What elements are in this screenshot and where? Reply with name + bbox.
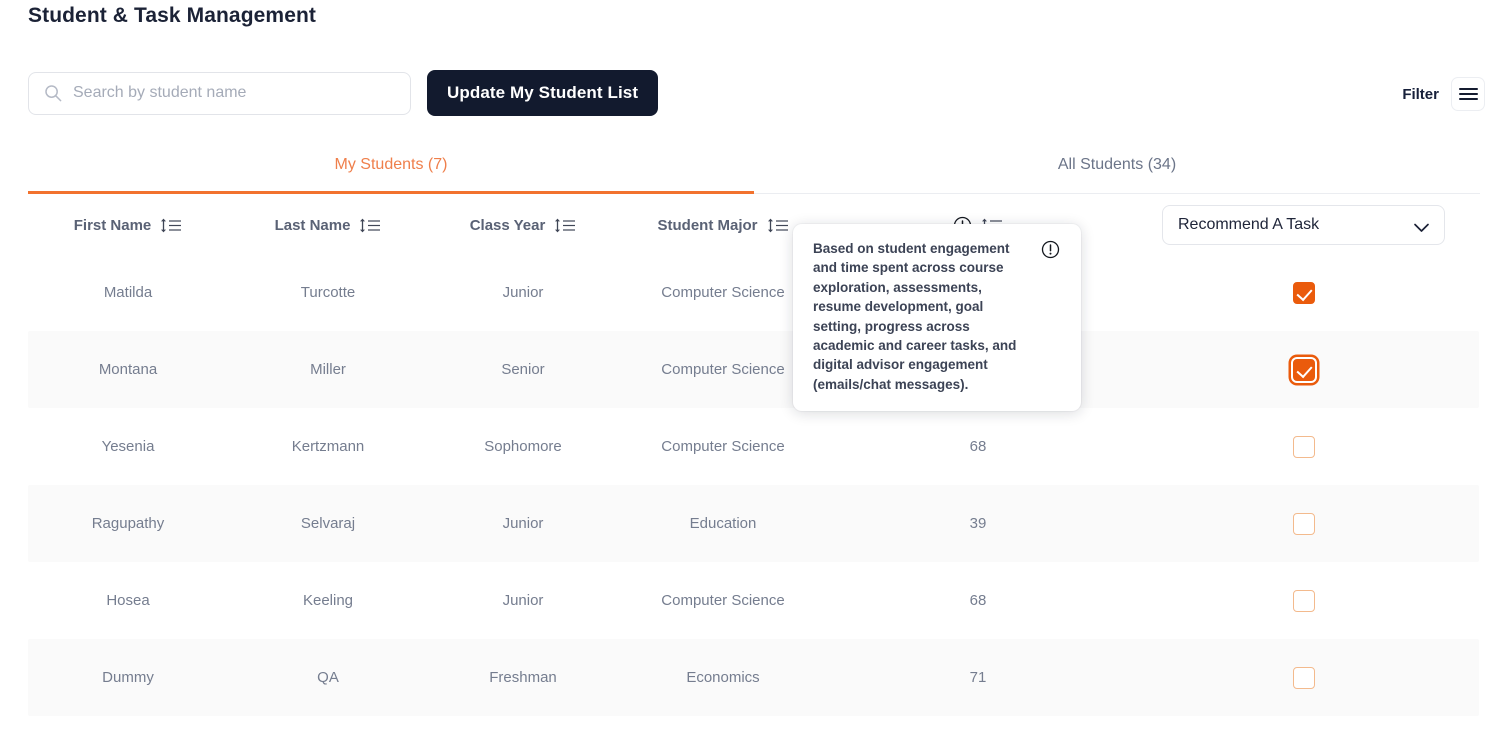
cell-first-name: Hosea	[106, 592, 150, 609]
table-row[interactable]: Hosea Keeling Junior Computer Science 68	[28, 562, 1479, 639]
cell-last-name: Miller	[310, 361, 346, 378]
cell-first-name: Montana	[98, 361, 158, 378]
row-checkbox[interactable]	[1292, 435, 1315, 458]
table-row[interactable]: Matilda Turcotte Junior Computer Science	[28, 254, 1479, 331]
row-checkbox[interactable]	[1292, 281, 1315, 304]
column-header-label: Class Year	[469, 216, 546, 234]
info-circle-icon[interactable]	[1041, 240, 1060, 259]
column-header-last-name[interactable]: Last Name	[228, 217, 428, 234]
cell-class-year: Junior	[502, 592, 544, 609]
table-row[interactable]: Montana Miller Senior Computer Science 6…	[28, 331, 1479, 408]
cell-last-name: Selvaraj	[300, 515, 356, 532]
column-header-label: First Name	[73, 216, 152, 234]
hamburger-icon	[1458, 87, 1478, 101]
tooltip-text: Based on student engagement and time spe…	[813, 241, 1017, 392]
cell-engagement-score: 68	[969, 438, 987, 455]
sort-icon	[767, 218, 789, 233]
tab-my-students[interactable]: My Students (7)	[28, 145, 754, 194]
cell-student-major: Education	[689, 515, 757, 532]
student-task-management-page: Student & Task Management Update My Stud…	[0, 0, 1507, 745]
table-row[interactable]: Dummy QA Freshman Economics 71	[28, 639, 1479, 716]
cell-first-name: Yesenia	[101, 438, 155, 455]
cell-last-name: QA	[317, 669, 339, 686]
column-header-label: Student Major	[657, 216, 758, 234]
search-box[interactable]	[28, 71, 411, 115]
sort-icon	[160, 218, 182, 233]
cell-engagement-score: 71	[969, 669, 987, 686]
page-title: Student & Task Management	[28, 4, 316, 27]
cell-class-year: Junior	[502, 515, 544, 532]
cell-select-checkbox	[1128, 512, 1479, 535]
cell-select-checkbox	[1128, 281, 1479, 304]
cell-select-checkbox	[1128, 435, 1479, 458]
cell-student-major: Economics	[686, 669, 760, 686]
column-header-label: Last Name	[274, 216, 351, 234]
cell-select-checkbox	[1128, 358, 1479, 381]
cell-student-major: Computer Science	[661, 438, 785, 455]
filter-button[interactable]	[1451, 77, 1485, 111]
cell-engagement-score: 68	[969, 592, 987, 609]
column-header-recommend-task: Recommend A Task	[1128, 205, 1479, 245]
cell-first-name: Matilda	[103, 284, 153, 301]
cell-last-name: Kertzmann	[291, 438, 365, 455]
recommend-a-task-value: Recommend A Task	[1178, 216, 1320, 233]
sort-icon	[359, 218, 381, 233]
cell-last-name: Keeling	[302, 592, 354, 609]
cell-select-checkbox	[1128, 666, 1479, 689]
row-checkbox[interactable]	[1292, 666, 1315, 689]
cell-class-year: Senior	[501, 361, 545, 378]
row-checkbox[interactable]	[1292, 358, 1315, 381]
toolbar: Update My Student List	[28, 70, 659, 116]
cell-class-year: Junior	[502, 284, 544, 301]
cell-first-name: Dummy	[102, 669, 154, 686]
table-row[interactable]: Yesenia Kertzmann Sophomore Computer Sci…	[28, 408, 1479, 485]
row-checkbox[interactable]	[1292, 512, 1315, 535]
students-table: First Name Last Name Class Year Student …	[0, 196, 1507, 716]
filter-label: Filter	[1402, 85, 1439, 103]
column-header-first-name[interactable]: First Name	[28, 217, 228, 234]
table-row[interactable]: Ragupathy Selvaraj Junior Education 39	[28, 485, 1479, 562]
tabs: My Students (7) All Students (34)	[28, 145, 1480, 194]
cell-last-name: Turcotte	[300, 284, 356, 301]
row-checkbox[interactable]	[1292, 589, 1315, 612]
tab-all-students[interactable]: All Students (34)	[754, 145, 1480, 193]
cell-student-major: Computer Science	[661, 592, 785, 609]
cell-class-year: Freshman	[489, 669, 557, 686]
cell-engagement-score: 39	[969, 515, 987, 532]
update-my-student-list-button[interactable]: Update My Student List	[427, 70, 659, 116]
search-input[interactable]	[73, 72, 393, 114]
recommend-a-task-select[interactable]: Recommend A Task	[1162, 205, 1445, 245]
cell-select-checkbox	[1128, 589, 1479, 612]
table-body: Matilda Turcotte Junior Computer Science…	[0, 254, 1507, 716]
sort-icon	[554, 218, 576, 233]
filter-group: Filter	[1402, 77, 1485, 111]
engagement-score-tooltip: Based on student engagement and time spe…	[793, 224, 1081, 412]
chevron-down-icon	[1413, 220, 1430, 232]
column-header-class-year[interactable]: Class Year	[428, 217, 618, 234]
cell-class-year: Sophomore	[484, 438, 562, 455]
search-icon	[44, 84, 62, 102]
cell-first-name: Ragupathy	[91, 515, 165, 532]
table-header-row: First Name Last Name Class Year Student …	[0, 196, 1507, 254]
